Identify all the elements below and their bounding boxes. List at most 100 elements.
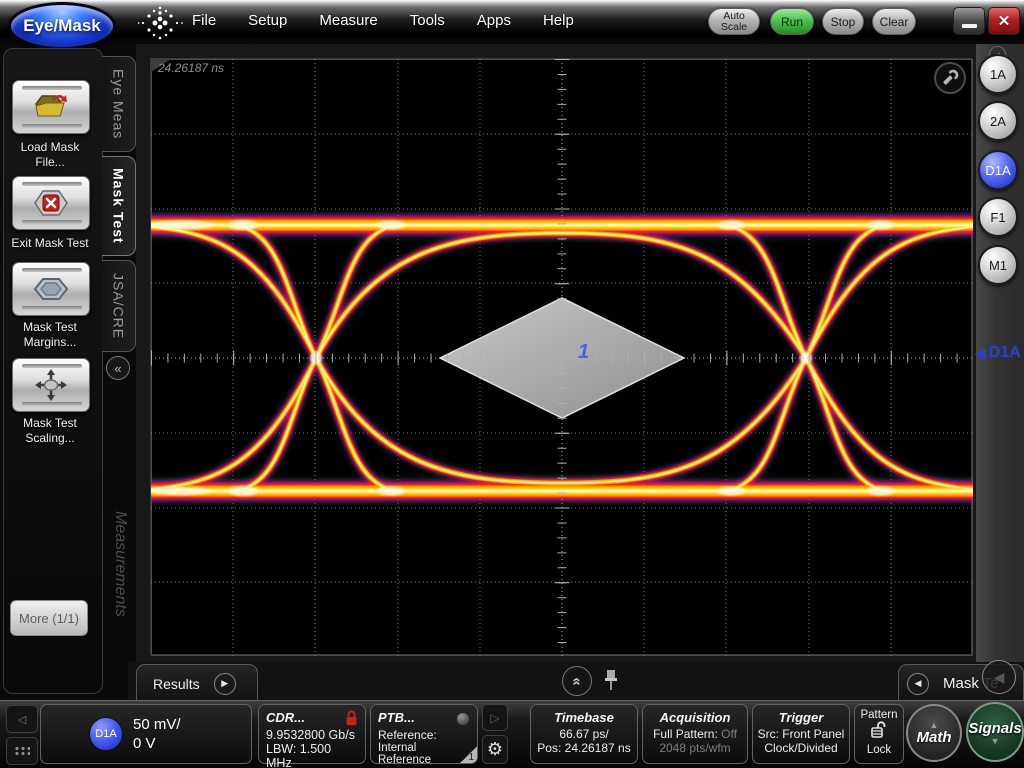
channel-button-2a[interactable]: 2A xyxy=(978,101,1018,141)
collapse-tab-icon: ◀ xyxy=(994,669,1005,686)
minimize-button[interactable] xyxy=(953,7,985,35)
pattern-lock-label-bottom: Lock xyxy=(855,744,903,756)
load-mask-file-button[interactable] xyxy=(12,80,90,134)
eye-diagram-canvas xyxy=(151,59,973,656)
pin-icon xyxy=(602,668,620,692)
button-grip xyxy=(22,402,82,406)
close-icon: ✕ xyxy=(998,12,1011,30)
channel-scale-panel[interactable]: D1A 50 mV/ 0 V xyxy=(40,704,252,764)
triangle-right-icon: ▷ xyxy=(490,711,499,725)
measurements-label: Measurements xyxy=(111,511,129,617)
lock-icon xyxy=(345,710,358,726)
results-expand-icon: ▶ xyxy=(214,673,236,695)
button-grip xyxy=(22,86,82,90)
autoscale-button[interactable]: Auto Scale xyxy=(708,8,760,35)
tab-eye-meas[interactable]: Eye Meas xyxy=(102,56,136,152)
gear-icon: ⚙ xyxy=(487,739,503,760)
button-grip xyxy=(22,124,82,128)
spark-icon xyxy=(138,3,184,43)
tab-mask-test[interactable]: Mask Test xyxy=(102,156,136,256)
menu-bar: File Setup Measure Tools Apps Help xyxy=(192,12,574,29)
channel-strip xyxy=(976,44,1024,700)
wrench-icon xyxy=(940,68,960,88)
acquisition-panel[interactable]: Acquisition Full Pattern: Off 2048 pts/w… xyxy=(642,704,748,764)
tab-jsa-cre-label: JSA/CRE xyxy=(111,273,127,339)
app-logo-label: Eye/Mask xyxy=(23,16,101,36)
acquisition-title: Acquisition xyxy=(643,710,747,725)
collapse-left-icon: « xyxy=(114,361,121,376)
ptb-corner-number: 1 xyxy=(468,752,474,763)
channel-scale-value: 50 mV/ xyxy=(133,715,181,734)
pin-button[interactable] xyxy=(602,668,620,692)
trigger-source-value: Src: Front Panel xyxy=(753,727,849,741)
timebase-panel[interactable]: Timebase 66.67 ps/ Pos: 24.26187 ns xyxy=(530,704,638,764)
load-mask-file-label: Load Mask File... xyxy=(0,140,100,170)
tab-eye-meas-label: Eye Meas xyxy=(111,69,127,139)
channel-button-1a[interactable]: 1A xyxy=(978,54,1018,94)
channel-offset-value: 0 V xyxy=(133,734,181,753)
more-button[interactable]: More (1/1) xyxy=(10,600,88,636)
minimize-icon xyxy=(962,24,977,28)
eye-diagram-display[interactable] xyxy=(150,58,972,655)
mask-test-margins-label: Mask Test Margins... xyxy=(0,320,100,350)
button-grip xyxy=(22,306,82,310)
channel-button-m1[interactable]: M1 xyxy=(978,245,1018,285)
menu-help[interactable]: Help xyxy=(543,12,574,29)
tab-jsa-cre[interactable]: JSA/CRE xyxy=(102,260,136,352)
mask-test-scaling-icon xyxy=(30,369,72,401)
menu-measure[interactable]: Measure xyxy=(319,12,377,29)
menu-setup[interactable]: Setup xyxy=(248,12,287,29)
expand-right-button[interactable]: ▷ xyxy=(482,704,508,731)
active-channel-indicator: ◀ D1A xyxy=(975,344,1021,362)
exit-mask-test-button[interactable] xyxy=(12,176,90,230)
settings-button[interactable]: ⚙ xyxy=(482,735,508,764)
application-window: Eye/Mask File Setup Measure Tools Apps xyxy=(0,0,1024,768)
plot-tools-button[interactable] xyxy=(934,62,966,94)
ptb-panel[interactable]: PTB... Reference: Internal Reference 1 xyxy=(370,704,478,764)
button-grip xyxy=(22,220,82,224)
run-button[interactable]: Run xyxy=(770,8,814,35)
tab-mask-test-label: Mask Test xyxy=(111,168,127,244)
trigger-panel[interactable]: Trigger Src: Front Panel Clock/Divided xyxy=(752,704,850,764)
math-button-label: Math xyxy=(917,729,952,746)
mask-test-scaling-button[interactable] xyxy=(12,358,90,412)
keypad-button[interactable] xyxy=(6,737,38,765)
channel-button-f1[interactable]: F1 xyxy=(978,197,1018,237)
sidebar-collapse-button[interactable]: « xyxy=(106,356,130,380)
ptb-reference-value: Internal Reference xyxy=(378,742,470,766)
menu-apps[interactable]: Apps xyxy=(477,12,511,29)
button-grip xyxy=(22,364,82,368)
active-channel-arrow-icon: ◀ xyxy=(975,345,986,362)
mask-test-margins-icon xyxy=(30,274,72,304)
signals-button[interactable]: Signals ▼ xyxy=(966,702,1024,762)
mask-test-margins-button[interactable] xyxy=(12,262,90,316)
cdr-panel[interactable]: CDR... 9.9532800 Gb/s LBW: 1.500 MHz xyxy=(258,704,366,764)
pattern-lock-panel[interactable]: Pattern Lock xyxy=(854,704,904,764)
mask-tab-back-icon: ◀ xyxy=(907,673,929,695)
timebase-scale-value: 66.67 ps/ xyxy=(531,727,637,741)
signals-button-label: Signals xyxy=(968,720,1021,737)
menu-tools[interactable]: Tools xyxy=(410,12,445,29)
results-tab-label: Results xyxy=(153,676,200,692)
close-button[interactable]: ✕ xyxy=(988,7,1020,35)
clear-button[interactable]: Clear xyxy=(872,8,916,35)
stop-button[interactable]: Stop xyxy=(822,8,864,35)
ptb-corner-fold: 1 xyxy=(460,746,477,763)
pattern-lock-label-top: Pattern xyxy=(855,709,903,721)
timebase-position-value: Pos: 24.26187 ns xyxy=(531,741,637,755)
panel-collapse-button[interactable]: ◁ xyxy=(6,705,38,733)
math-button[interactable]: ▲ Math xyxy=(906,704,962,762)
trigger-title: Trigger xyxy=(753,710,849,725)
results-tab[interactable]: Results ▶ xyxy=(136,664,258,702)
channel-button-d1a[interactable]: D1A xyxy=(978,150,1018,190)
math-up-icon: ▲ xyxy=(930,721,939,729)
panel-expand-button[interactable]: « xyxy=(562,666,592,696)
signals-down-icon: ▼ xyxy=(991,737,1000,745)
mask-tab-collapse-button[interactable]: ◀ xyxy=(982,660,1016,694)
ptb-status-led xyxy=(456,712,470,726)
title-bar: Eye/Mask File Setup Measure Tools Apps xyxy=(0,0,1024,44)
acquisition-pattern-value: Off xyxy=(721,727,737,741)
menu-file[interactable]: File xyxy=(192,12,216,29)
triangle-left-icon: ◁ xyxy=(18,713,26,726)
button-grip xyxy=(22,182,82,186)
